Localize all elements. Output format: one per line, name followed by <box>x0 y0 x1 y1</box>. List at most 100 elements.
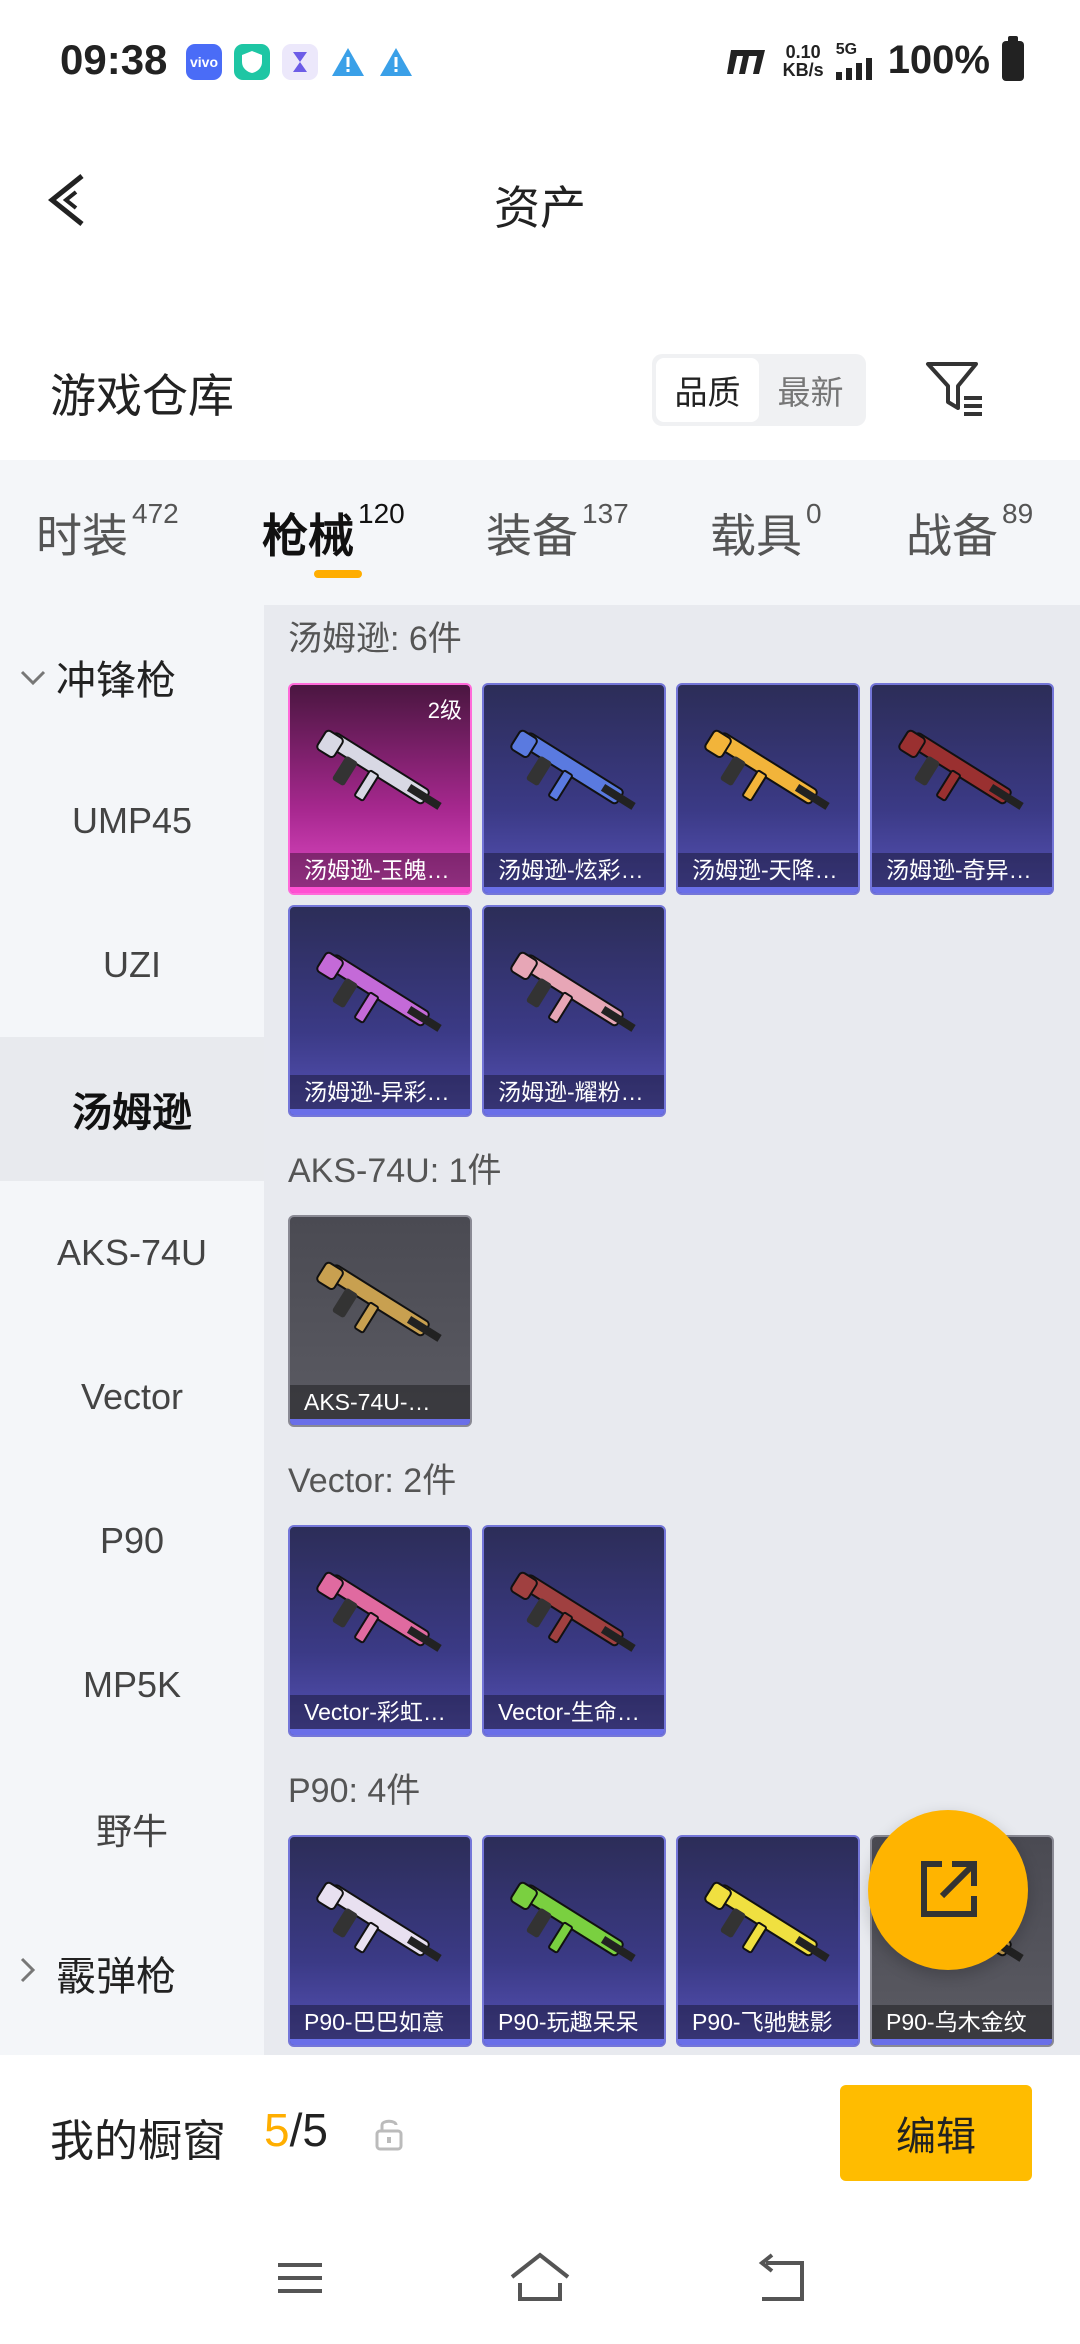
sidebar-item-p90[interactable]: P90 <box>0 1469 264 1613</box>
sort-option-newest[interactable]: 最新 <box>759 358 862 422</box>
cell-signal: 5G <box>835 41 876 80</box>
battery-percent: 100% <box>887 38 990 82</box>
sidebar-group-smg[interactable]: 冲锋枪 <box>0 605 264 749</box>
network-speed: 0.10 KB/s <box>782 41 824 80</box>
notification-icons: vivo <box>186 44 414 80</box>
weapon-skin-image <box>316 1881 442 1962</box>
subcategory-sidebar: 冲锋枪 UMP45 UZI 汤姆逊 AKS-74U Vector P90 MP5… <box>0 605 264 2055</box>
weapon-item-card[interactable]: 汤姆逊-炫彩… <box>482 683 666 895</box>
weapon-skin-image <box>316 1261 442 1342</box>
tab-supplies[interactable]: 战备 89 <box>906 498 1033 566</box>
chevron-right-icon <box>20 1957 52 1990</box>
filter-icon <box>926 362 982 416</box>
weapon-item-card[interactable]: AKS-74U-… <box>288 1215 472 1427</box>
system-status: 0.10 KB/s 5G 100% <box>725 35 1024 83</box>
weapon-skin-image <box>898 729 1024 810</box>
sidebar-item-bizon[interactable]: 野牛 <box>0 1757 264 1901</box>
security-app-icon <box>234 44 270 80</box>
weapon-skin-image <box>316 1571 442 1652</box>
nav-menu-button[interactable] <box>260 2243 340 2313</box>
weapon-item-card[interactable]: 2级汤姆逊-玉魄… <box>288 683 472 895</box>
tab-weapons[interactable]: 枪械 120 <box>262 498 405 566</box>
lock-icon <box>375 2119 403 2151</box>
sidebar-item-mp5k[interactable]: MP5K <box>0 1613 264 1757</box>
menu-icon <box>278 2263 322 2293</box>
item-grid-thompson: 2级汤姆逊-玉魄… 汤姆逊-炫彩… 汤姆逊-天降… 汤姆逊-奇异… 汤姆逊-异彩… 汤姆逊… <box>288 683 1054 1117</box>
filter-button[interactable] <box>922 356 988 422</box>
item-grid-aks74u: AKS-74U-… <box>288 1215 1054 1427</box>
weapon-item-card[interactable]: P90-飞驰魅影 <box>676 1835 860 2047</box>
warning-icon <box>378 44 414 80</box>
status-bar: 09:38 vivo 0.10 KB/s 5G 100% <box>0 0 1080 120</box>
warehouse-title: 游戏仓库 <box>50 370 234 422</box>
nav-home-button[interactable] <box>500 2243 580 2313</box>
page-title: 资产 <box>494 182 586 234</box>
sidebar-item-thompson[interactable]: 汤姆逊 <box>0 1037 264 1181</box>
item-name: 汤姆逊-天降… <box>678 853 858 893</box>
item-name: Vector-生命… <box>484 1695 664 1735</box>
weapon-skin-image <box>510 1881 636 1962</box>
title-bar: 资产 <box>0 120 1080 280</box>
weapon-skin-image <box>510 729 636 810</box>
weapon-skin-image <box>316 729 442 810</box>
item-name: P90-巴巴如意 <box>290 2005 470 2045</box>
item-name: Vector-彩虹… <box>290 1695 470 1735</box>
active-tab-indicator <box>314 570 362 578</box>
weapon-item-card[interactable]: 汤姆逊-耀粉… <box>482 905 666 1117</box>
weapon-skin-image <box>704 1881 830 1962</box>
weapon-item-card[interactable]: Vector-彩虹… <box>288 1525 472 1737</box>
showcase-label: 我的橱窗 <box>50 2117 226 2166</box>
group-title-vector: Vector: 2件 <box>288 1462 457 1500</box>
item-name: P90-飞驰魅影 <box>678 2005 858 2045</box>
weapon-item-card[interactable]: 汤姆逊-天降… <box>676 683 860 895</box>
sort-toggle: 品质 最新 <box>652 354 866 426</box>
weapon-item-card[interactable]: Vector-生命… <box>482 1525 666 1737</box>
item-grid-vector: Vector-彩虹… Vector-生命… <box>288 1525 1054 1737</box>
share-icon <box>921 1861 977 1917</box>
weapon-item-card[interactable]: P90-玩趣呆呆 <box>482 1835 666 2047</box>
group-title-aks74u: AKS-74U: 1件 <box>288 1152 502 1190</box>
warning-icon <box>330 44 366 80</box>
edit-button[interactable]: 编辑 <box>840 2085 1032 2181</box>
home-icon <box>510 2252 570 2301</box>
weapon-item-card[interactable]: P90-巴巴如意 <box>288 1835 472 2047</box>
item-level-badge: 2级 <box>427 698 462 723</box>
item-name: 汤姆逊-异彩… <box>290 1075 470 1115</box>
chevron-down-icon <box>20 661 52 693</box>
item-name: 汤姆逊-奇异… <box>872 853 1052 893</box>
hourglass-icon <box>282 44 318 80</box>
sidebar-group-shotgun[interactable]: 霰弹枪 <box>0 1901 264 2045</box>
weapon-item-card[interactable]: 汤姆逊-异彩… <box>288 905 472 1117</box>
weapon-skin-image <box>510 951 636 1032</box>
signal-logo-icon <box>726 49 765 74</box>
warehouse-header: 游戏仓库 品质 最新 <box>0 330 1080 450</box>
sidebar-item-ump45[interactable]: UMP45 <box>0 749 264 893</box>
showcase-count: 5/5 <box>264 2104 328 2156</box>
return-icon <box>758 2253 804 2301</box>
showcase-bar: 我的橱窗 5/5 编辑 <box>0 2055 1080 2215</box>
status-time: 09:38 <box>60 36 168 83</box>
vivo-app-icon: vivo <box>186 44 222 80</box>
weapon-skin-image <box>510 1571 636 1652</box>
tab-fashion[interactable]: 时装 472 <box>36 498 179 566</box>
signal-bars-icon <box>835 57 872 80</box>
weapon-item-card[interactable]: 汤姆逊-奇异… <box>870 683 1054 895</box>
sidebar-item-aks74u[interactable]: AKS-74U <box>0 1181 264 1325</box>
sort-option-quality[interactable]: 品质 <box>656 358 759 422</box>
item-name: 汤姆逊-耀粉… <box>484 1075 664 1115</box>
weapon-skin-image <box>704 729 830 810</box>
sidebar-item-uzi[interactable]: UZI <box>0 893 264 1037</box>
battery-icon <box>1002 35 1024 81</box>
sidebar-item-vector[interactable]: Vector <box>0 1325 264 1469</box>
category-tabs: 时装 472 枪械 120 装备 137 载具 0 战备 89 <box>0 460 1080 605</box>
system-nav-bar <box>0 2215 1080 2344</box>
share-fab-button[interactable] <box>868 1810 1028 1970</box>
item-name: 汤姆逊-玉魄… <box>290 853 470 893</box>
group-title-thompson: 汤姆逊: 6件 <box>288 620 462 658</box>
nav-back-button[interactable] <box>742 2243 822 2313</box>
tab-vehicles[interactable]: 载具 0 <box>710 498 822 566</box>
item-name: AKS-74U-… <box>290 1385 470 1425</box>
item-name: P90-乌木金纹 <box>872 2005 1052 2045</box>
item-name: 汤姆逊-炫彩… <box>484 853 664 893</box>
tab-equipment[interactable]: 装备 137 <box>486 498 629 566</box>
